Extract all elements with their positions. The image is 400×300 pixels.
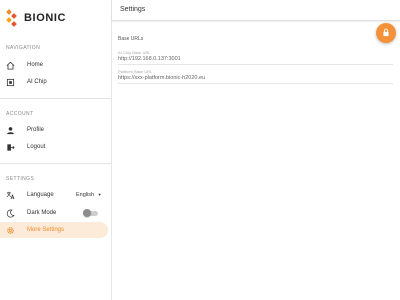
top-app-bar: Settings: [112, 0, 400, 21]
section-account-title: ACCOUNT: [6, 111, 34, 117]
sidebar-item-label: More Settings: [27, 227, 65, 233]
sidebar-item-label: AI Chip: [27, 79, 47, 85]
field-label: Platform Base URL: [118, 69, 153, 74]
section-navigation-title: NAVIGATION: [6, 45, 41, 51]
field-label: AI Chip Base URL: [118, 50, 151, 55]
lock-icon: [382, 24, 390, 42]
gear-icon: [6, 226, 15, 235]
person-icon: [6, 126, 15, 135]
ai-chip-base-url-field[interactable]: AI Chip Base URL http://192.168.0.137:30…: [118, 50, 393, 65]
logout-icon: [6, 143, 15, 152]
caret-down-icon: ▼: [97, 192, 102, 197]
page-title: Settings: [120, 6, 146, 13]
moon-icon: [6, 209, 15, 218]
brand[interactable]: BIONIC: [6, 9, 67, 27]
dark-mode-toggle[interactable]: [83, 209, 98, 217]
toggle-knob: [83, 209, 91, 217]
language-select[interactable]: English ▼: [76, 192, 102, 198]
sidebar-item-profile[interactable]: Profile: [0, 122, 108, 138]
sidebar-item-ai-chip[interactable]: AI Chip: [0, 74, 108, 90]
sidebar-item-dark-mode[interactable]: Dark Mode: [0, 205, 108, 221]
sidebar-item-more-settings[interactable]: More Settings: [0, 222, 108, 238]
main-content: Settings Base URLs AI Chip Base URL http…: [112, 0, 400, 300]
sidebar-item-language[interactable]: Language English ▼: [0, 187, 108, 203]
sidebar-item-label: Profile: [27, 127, 45, 133]
translate-icon: [6, 191, 15, 200]
sidebar-item-home[interactable]: Home: [0, 57, 108, 73]
section-settings-title: SETTINGS: [6, 176, 35, 182]
sidebar-item-label: Language: [27, 192, 54, 198]
sidebar: BIONIC NAVIGATION Home AI Chip ACCOUNT P…: [0, 0, 112, 300]
sidebar-item-label: Home: [27, 62, 44, 68]
sidebar-item-logout[interactable]: Logout: [0, 139, 108, 155]
brand-name: BIONIC: [24, 12, 67, 24]
lock-fab-button[interactable]: [376, 23, 396, 43]
bionic-logo-icon: [6, 9, 18, 27]
platform-base-url-field[interactable]: Platform Base URL https://xxx-platform.b…: [118, 69, 393, 84]
divider: [0, 98, 112, 99]
sidebar-item-label: Dark Mode: [27, 210, 57, 216]
language-value: English: [76, 192, 95, 198]
chip-icon: [6, 78, 15, 87]
field-value[interactable]: https://xxx-platform.bionic-h2020.eu: [118, 75, 393, 84]
sidebar-item-label: Logout: [27, 144, 46, 150]
home-icon: [6, 61, 15, 70]
base-urls-heading: Base URLs: [118, 36, 144, 42]
field-value[interactable]: http://192.168.0.137:3001: [118, 56, 393, 65]
divider: [0, 163, 112, 164]
